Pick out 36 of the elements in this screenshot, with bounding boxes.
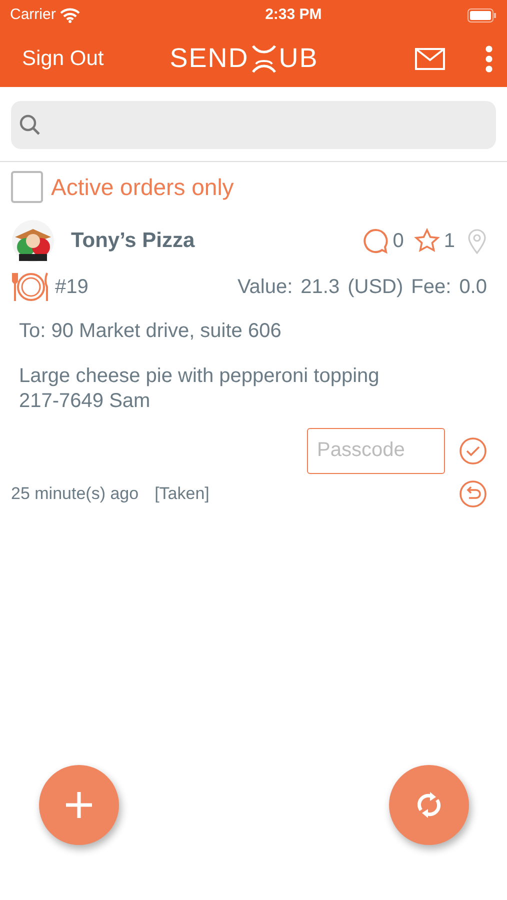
time-ago-label: 25 minute(s) ago: [11, 482, 139, 505]
more-menu-icon[interactable]: [485, 44, 493, 72]
star-icon[interactable]: [414, 228, 440, 254]
chat-bubble-icon[interactable]: [362, 228, 389, 254]
fee-label: Fee:: [411, 274, 452, 300]
plus-icon: [64, 790, 94, 820]
app-logo: SEND UB: [170, 42, 318, 76]
search-icon: [19, 114, 41, 136]
filter-label: Active orders only: [51, 173, 234, 202]
order-number: #19: [55, 274, 88, 300]
refresh-button[interactable]: [389, 765, 469, 845]
carrier-label: Carrier: [10, 4, 56, 25]
status-time: 2:33 PM: [265, 4, 322, 25]
confirm-check-icon[interactable]: [459, 436, 487, 464]
mail-icon[interactable]: [415, 48, 445, 70]
sign-out-button[interactable]: Sign Out: [22, 42, 104, 74]
wifi-icon: [60, 8, 80, 22]
star-count: 1: [444, 228, 455, 254]
store-name: Tony’s Pizza: [71, 228, 195, 254]
status-label: [Taken]: [154, 482, 210, 505]
battery-icon: [466, 8, 497, 22]
passcode-field[interactable]: Passcode: [307, 428, 445, 474]
delivery-address: To: 90 Market drive, suite 606: [19, 318, 282, 344]
location-pin-icon[interactable]: [467, 228, 487, 254]
value-label: Value:: [237, 274, 293, 300]
add-button[interactable]: [39, 765, 119, 845]
currency-label: (USD): [348, 274, 404, 300]
value-amount: 21.3: [300, 274, 340, 300]
undo-icon[interactable]: [459, 480, 487, 508]
refresh-icon: [416, 790, 442, 820]
checkbox[interactable]: [11, 171, 43, 204]
fee-amount: 0.0: [459, 274, 487, 300]
search-field[interactable]: [11, 101, 496, 149]
comment-count: 0: [392, 228, 404, 254]
plate-icon: [11, 270, 51, 302]
order-details: Large cheese pie with pepperoni topping 217-7649 Sam: [19, 364, 380, 414]
